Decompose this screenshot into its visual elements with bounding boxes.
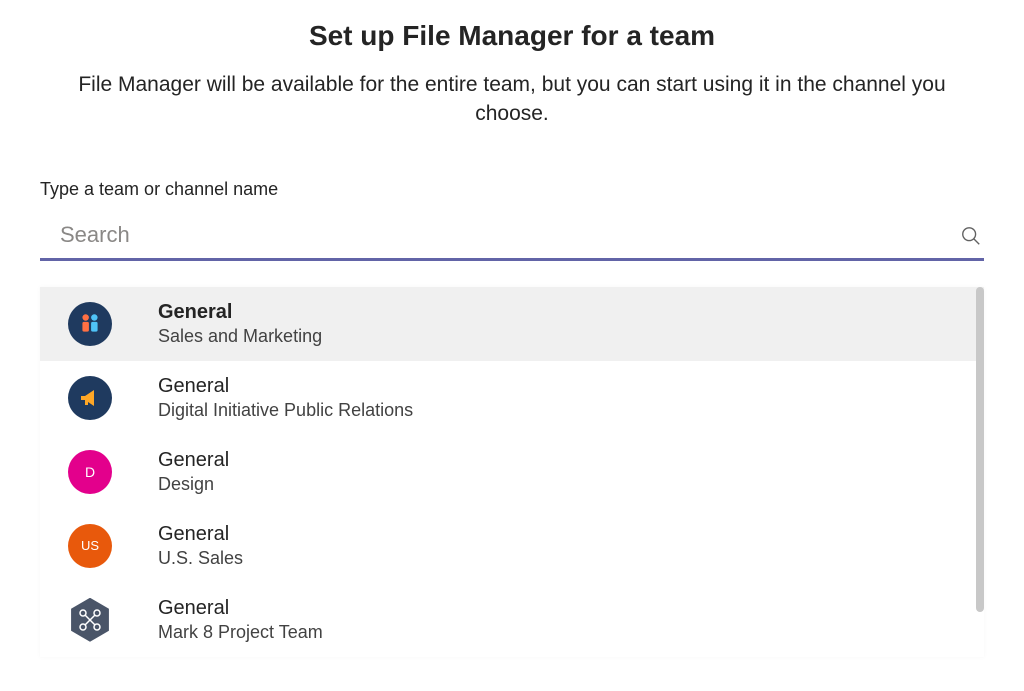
team-avatar xyxy=(68,376,112,420)
channel-name: General xyxy=(158,375,413,398)
team-name: Digital Initiative Public Relations xyxy=(158,400,413,421)
team-name: Mark 8 Project Team xyxy=(158,622,323,643)
result-text: General Mark 8 Project Team xyxy=(158,597,323,643)
search-icon xyxy=(960,225,982,247)
team-name: Sales and Marketing xyxy=(158,326,322,347)
result-text: General Digital Initiative Public Relati… xyxy=(158,375,413,421)
avatar-initial: US xyxy=(81,538,99,553)
scrollbar-track[interactable] xyxy=(976,287,984,657)
result-item-sales-marketing[interactable]: General Sales and Marketing xyxy=(40,287,984,361)
channel-name: General xyxy=(158,523,243,546)
people-icon xyxy=(77,311,103,337)
result-text: General U.S. Sales xyxy=(158,523,243,569)
team-avatar: US xyxy=(68,524,112,568)
team-avatar xyxy=(68,302,112,346)
result-item-mark8[interactable]: General Mark 8 Project Team xyxy=(40,583,984,657)
megaphone-icon xyxy=(78,386,102,410)
result-item-digital-initiative[interactable]: General Digital Initiative Public Relati… xyxy=(40,361,984,435)
channel-name: General xyxy=(158,597,323,620)
search-label: Type a team or channel name xyxy=(40,179,984,200)
team-name: Design xyxy=(158,474,229,495)
channel-name: General xyxy=(158,449,229,472)
page-subtitle: File Manager will be available for the e… xyxy=(40,70,984,129)
team-avatar: D xyxy=(68,450,112,494)
search-input[interactable] xyxy=(60,222,950,248)
drone-icon xyxy=(78,608,102,632)
search-field-wrapper xyxy=(40,214,984,261)
team-name: U.S. Sales xyxy=(158,548,243,569)
avatar-initial: D xyxy=(85,464,95,480)
team-avatar xyxy=(68,598,112,642)
scrollbar-thumb[interactable] xyxy=(976,287,984,613)
page-title: Set up File Manager for a team xyxy=(40,20,984,52)
result-item-us-sales[interactable]: US General U.S. Sales xyxy=(40,509,984,583)
result-text: General Design xyxy=(158,449,229,495)
result-item-design[interactable]: D General Design xyxy=(40,435,984,509)
channel-name: General xyxy=(158,301,322,324)
result-text: General Sales and Marketing xyxy=(158,301,322,347)
results-list: General Sales and Marketing General Digi… xyxy=(40,287,984,657)
